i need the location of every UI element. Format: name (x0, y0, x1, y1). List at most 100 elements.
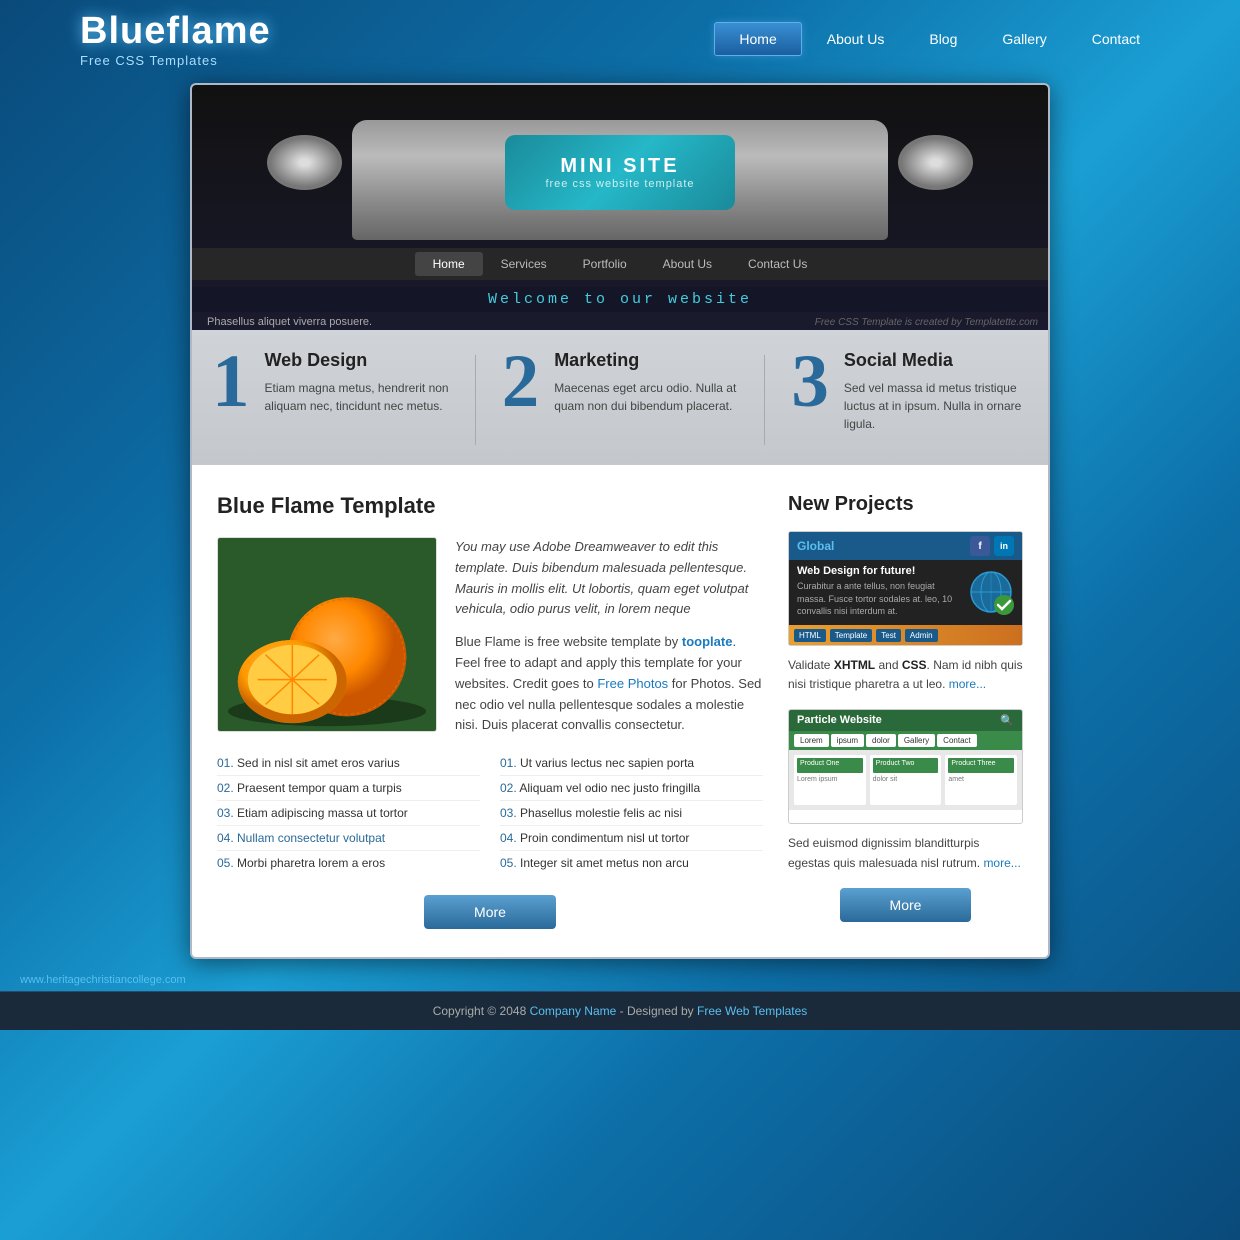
sidebar-more-link-2[interactable]: more... (983, 856, 1020, 870)
footer-btn-test[interactable]: Test (876, 629, 901, 642)
feature-3-text: Social Media Sed vel massa id metus tris… (844, 350, 1028, 433)
hero-windshield: MINI SITE free css website template (505, 135, 735, 210)
feature-1-text: Web Design Etiam magna metus, hendrerit … (265, 350, 449, 415)
sidebar-text-4: Sed euismod dignissim blanditturpis eges… (788, 836, 983, 869)
designer-link[interactable]: Free Web Templates (697, 1004, 807, 1018)
sidebar-text-1: Validate XHTML and CSS. Nam id nibh quis… (788, 656, 1023, 694)
project-1-header: Global (797, 539, 834, 553)
sidebar-text-validate: Validate (788, 658, 834, 672)
main-content-title: Blue Flame Template (217, 493, 763, 519)
logo-subtitle: Free CSS Templates (80, 53, 271, 68)
hero-caption-right: Free CSS Template is created by Template… (815, 317, 1038, 328)
feature-2-text: Marketing Maecenas eget arcu odio. Nulla… (554, 350, 738, 415)
linkedin-icon: in (994, 536, 1014, 556)
designed-by-text: - Designed by (616, 1004, 697, 1018)
feature-2-title: Marketing (554, 350, 738, 371)
list-item: 04. Proin condimentum nisl ut tortor (500, 826, 763, 851)
feature-3: 3 Social Media Sed vel massa id metus tr… (791, 350, 1028, 433)
list-left: 01. Sed in nisl sit amet eros varius 02.… (217, 751, 480, 875)
main-container: MINI SITE free css website template Home… (190, 83, 1050, 959)
sidebar: New Projects Global f in Web Design for … (788, 493, 1023, 929)
free-photos-link[interactable]: Free Photos (597, 676, 668, 691)
hero-site-title: MINI SITE (560, 155, 679, 178)
page-footer: Copyright © 2048 Company Name - Designed… (0, 991, 1240, 1030)
feature-1-body: Etiam magna metus, hendrerit non aliquam… (265, 379, 449, 415)
list-item: 05. Morbi pharetra lorem a eros (217, 851, 480, 875)
sidebar-css: CSS (902, 658, 927, 672)
nav-home[interactable]: Home (714, 22, 801, 56)
hero-welcome: Welcome to our website (192, 287, 1048, 312)
nav-about[interactable]: About Us (807, 23, 905, 55)
feature-2-number: 2 (502, 350, 540, 414)
thumb2-col-3: Product Three amet (945, 755, 1017, 805)
sidebar-title: New Projects (788, 493, 1023, 516)
thumb2-nav-btn-5[interactable]: Contact (937, 734, 977, 747)
feature-3-body: Sed vel massa id metus tristique luctus … (844, 379, 1028, 433)
list-item: 05. Integer sit amet metus non arcu (500, 851, 763, 875)
footer-btn-template[interactable]: Template (830, 629, 872, 642)
body-text-1: Blue Flame is free website template by (455, 634, 682, 649)
footer-btn-admin[interactable]: Admin (905, 629, 938, 642)
thumb2-col-2: Product Two dolor sit (870, 755, 942, 805)
thumb2-nav-btn-2[interactable]: ipsum (831, 734, 864, 747)
project-2-thumb: Particle Website 🔍 Lorem ipsum dolor Gal… (788, 709, 1023, 824)
nav-gallery[interactable]: Gallery (982, 23, 1066, 55)
main-nav: Home About Us Blog Gallery Contact (714, 22, 1160, 56)
project-2-header: Particle Website (797, 714, 882, 727)
logo-title: Blueflame (80, 10, 271, 53)
project-1-content-body: Curabitur a ante tellus, non feugiat mas… (797, 580, 961, 618)
nav-contact[interactable]: Contact (1072, 23, 1160, 55)
headlight-right-icon (898, 135, 973, 190)
hero-caption-left: Phasellus aliquet viverra posuere. (207, 316, 372, 328)
feature-divider-1 (475, 355, 476, 445)
headlight-left-icon (267, 135, 342, 190)
list-item: 03. Phasellus molestie felis ac nisi (500, 801, 763, 826)
list-item: 02. Aliquam vel odio nec justo fringilla (500, 776, 763, 801)
hero-nav-about[interactable]: About Us (645, 252, 730, 276)
sidebar-more-link-1[interactable]: more... (949, 677, 986, 691)
copyright-text: Copyright © 2048 (433, 1004, 530, 1018)
feature-1-title: Web Design (265, 350, 449, 371)
content-area: Blue Flame Template (192, 465, 1048, 957)
hero-site-subtitle: free css website template (545, 178, 694, 190)
sidebar-xhtml: XHTML (834, 658, 875, 672)
thumb2-nav-btn-4[interactable]: Gallery (898, 734, 935, 747)
hero-nav-services[interactable]: Services (483, 252, 565, 276)
hero-nav-portfolio[interactable]: Portfolio (565, 252, 645, 276)
more-button-main[interactable]: More (424, 895, 556, 929)
header: Blueflame Free CSS Templates Home About … (0, 0, 1240, 78)
hero-banner: MINI SITE free css website template Home… (192, 85, 1048, 330)
facebook-icon: f (970, 536, 990, 556)
list-item: 03. Etiam adipiscing massa ut tortor (217, 801, 480, 826)
feature-divider-2 (764, 355, 765, 445)
footer-btn-html[interactable]: HTML (794, 629, 826, 642)
main-content: Blue Flame Template (217, 493, 763, 929)
company-link[interactable]: Company Name (530, 1004, 617, 1018)
content-lists: 01. Sed in nisl sit amet eros varius 02.… (217, 751, 763, 875)
list-item: 02. Praesent tempor quam a turpis (217, 776, 480, 801)
feature-2: 2 Marketing Maecenas eget arcu odio. Nul… (502, 350, 739, 415)
list-link[interactable]: Nullam consectetur volutpat (237, 831, 385, 845)
logo-area: Blueflame Free CSS Templates (80, 10, 271, 68)
project-1-content-title: Web Design for future! (797, 565, 961, 577)
thumb2-nav-btn-1[interactable]: Lorem (794, 734, 829, 747)
hero-nav-home[interactable]: Home (415, 252, 483, 276)
footer-url: www.heritagechristiancollege.com (0, 969, 1240, 991)
hero-nav-contact[interactable]: Contact Us (730, 252, 825, 276)
tooplate-link[interactable]: tooplate (682, 634, 733, 649)
list-item: 04. Nullam consectetur volutpat (217, 826, 480, 851)
list-right: 01. Ut varius lectus nec sapien porta 02… (500, 751, 763, 875)
car-body: MINI SITE free css website template (352, 120, 888, 240)
more-button-sidebar[interactable]: More (840, 888, 972, 922)
features-strip: 1 Web Design Etiam magna metus, hendreri… (192, 330, 1048, 465)
thumb2-nav-btn-3[interactable]: dolor (866, 734, 896, 747)
list-item: 01. Ut varius lectus nec sapien porta (500, 751, 763, 776)
nav-blog[interactable]: Blog (909, 23, 977, 55)
hero-nav: Home Services Portfolio About Us Contact… (192, 248, 1048, 280)
feature-3-title: Social Media (844, 350, 1028, 371)
thumb2-col-1: Product One Lorem ipsum (794, 755, 866, 805)
sidebar-text-2: Sed euismod dignissim blanditturpis eges… (788, 834, 1023, 872)
content-image (217, 537, 437, 732)
sidebar-and: and (875, 658, 902, 672)
globe-icon (969, 570, 1014, 615)
